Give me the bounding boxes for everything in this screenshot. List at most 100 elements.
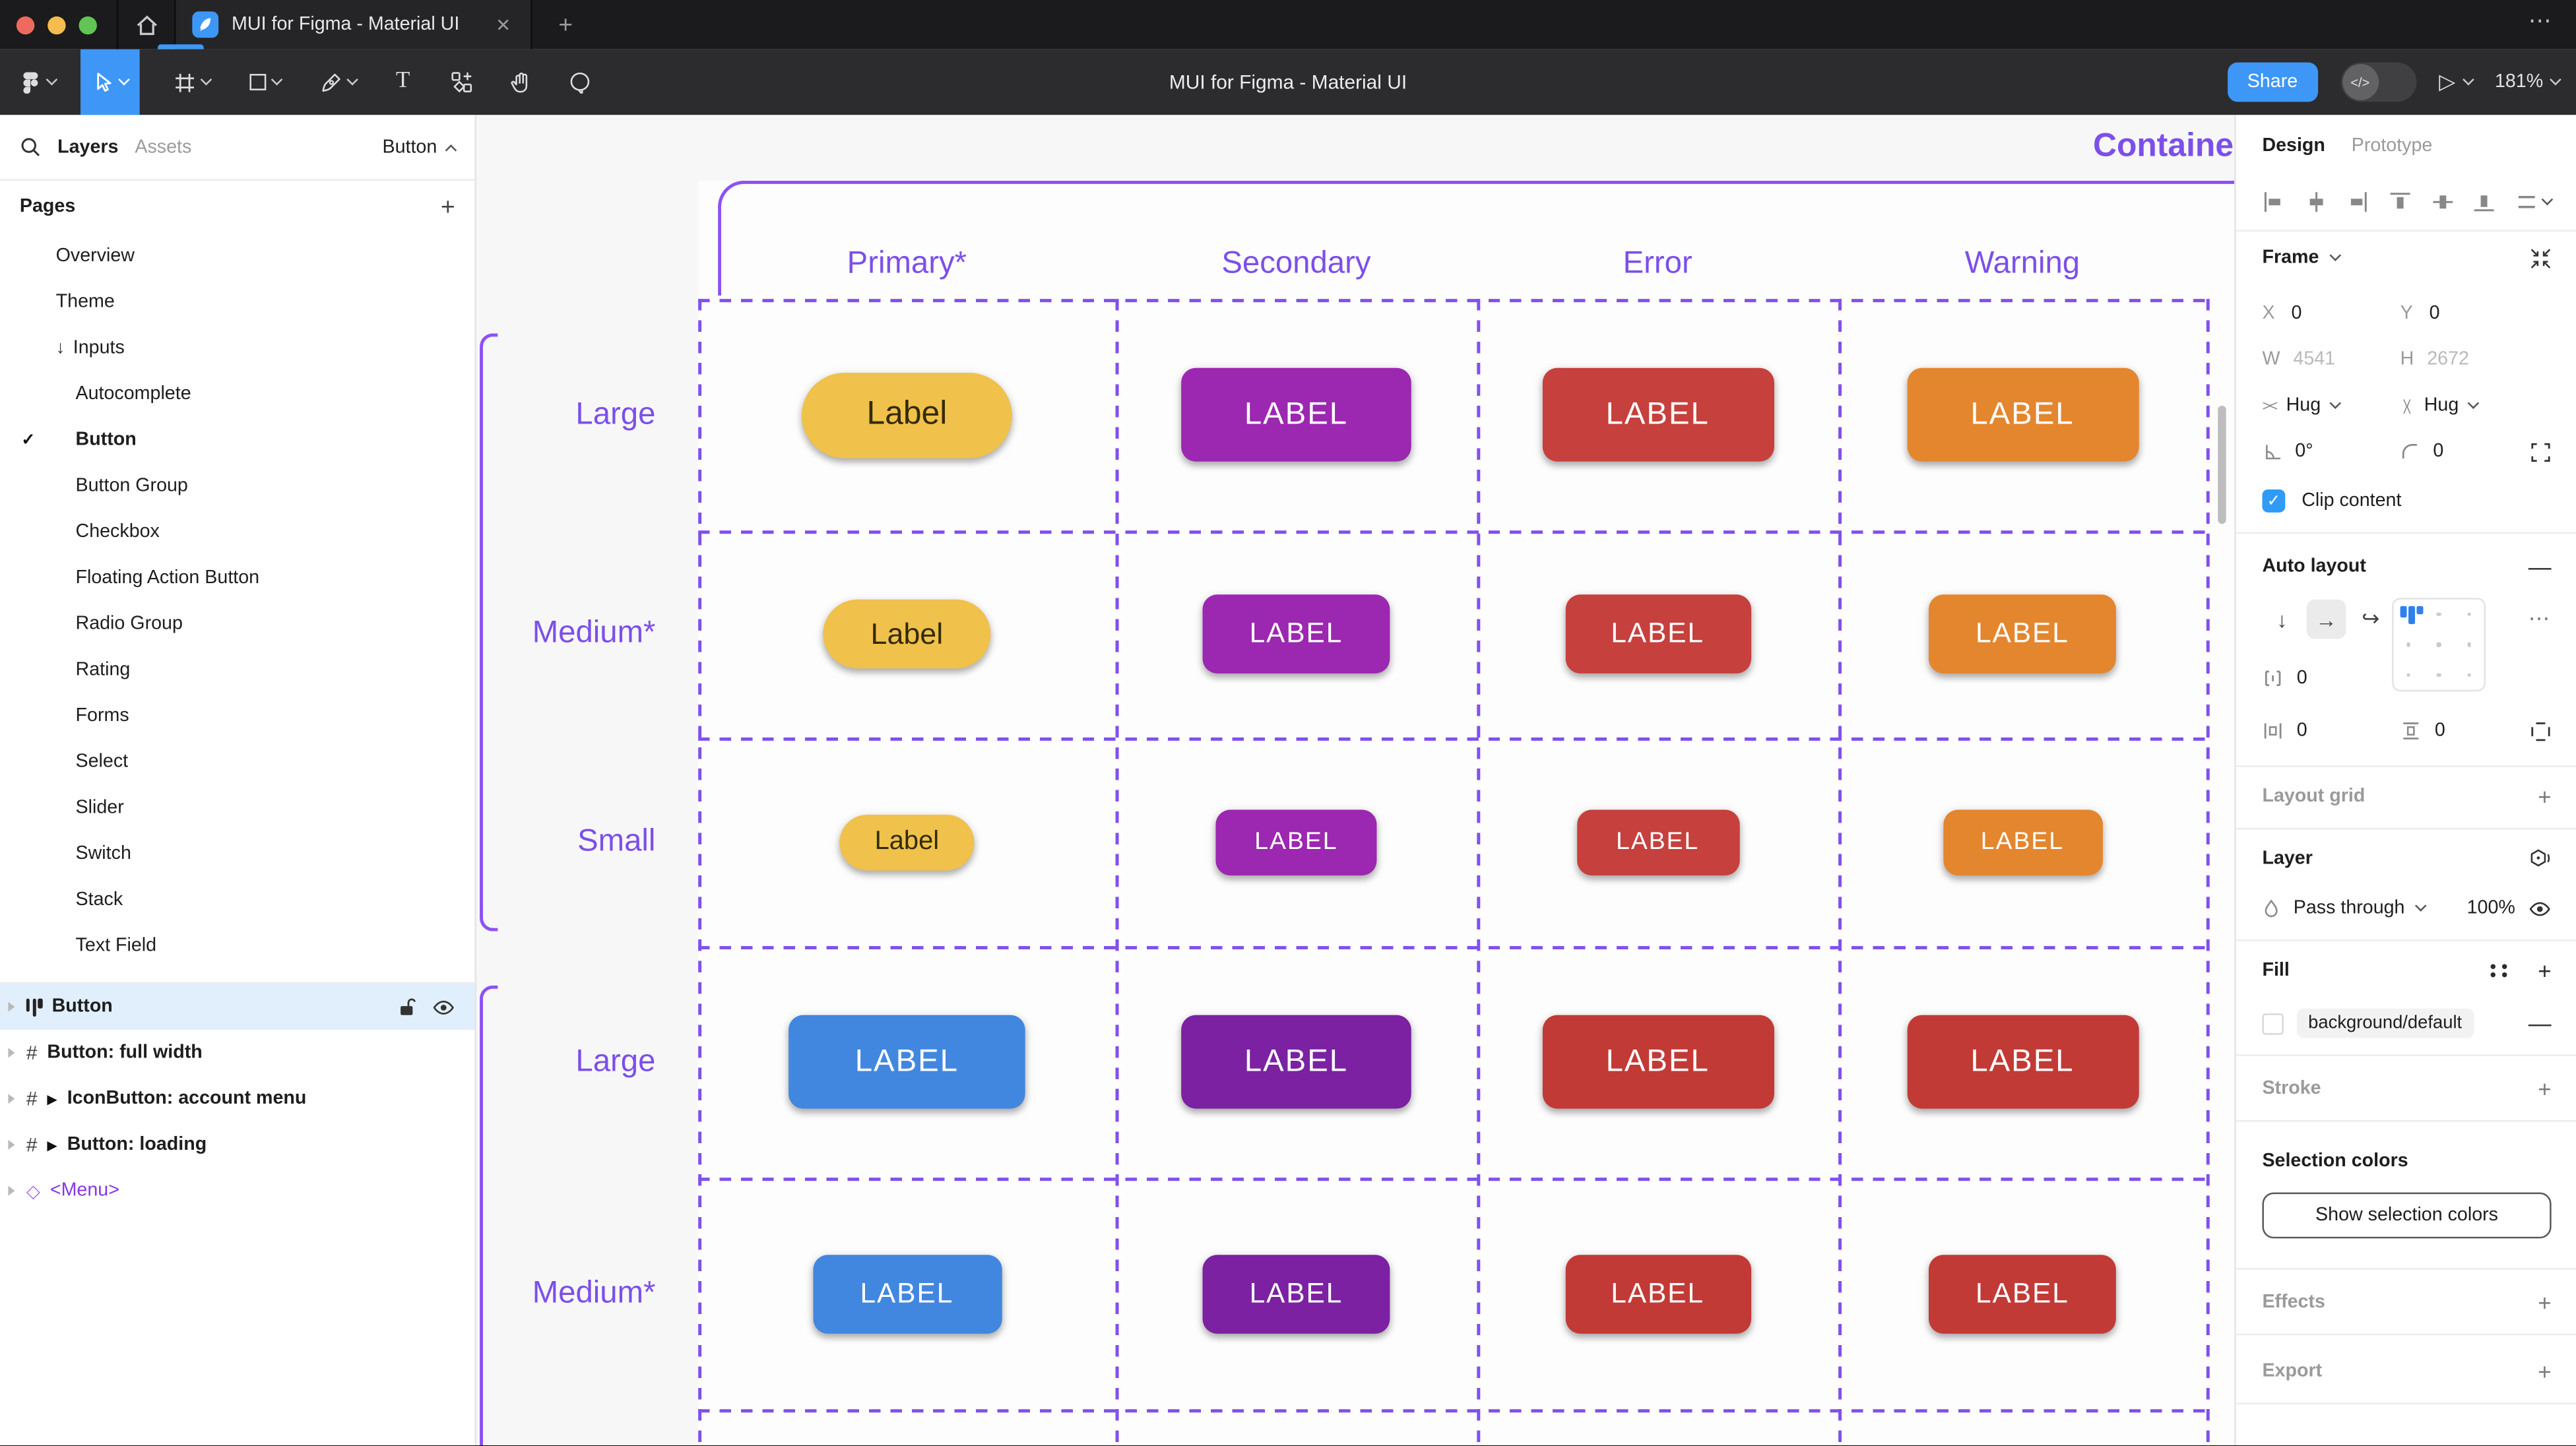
- align-bottom-icon[interactable]: [2473, 191, 2496, 214]
- shape-tool-button[interactable]: [238, 49, 292, 115]
- main-menu-button[interactable]: [0, 49, 67, 115]
- individual-padding-icon[interactable]: [2530, 720, 2551, 741]
- canvas[interactable]: Contained Primary*SecondaryErrorWarning …: [476, 115, 2234, 1445]
- horizontal-sizing-select[interactable]: >< Hug: [2262, 396, 2400, 416]
- page-item-button-group[interactable]: Button Group: [0, 463, 475, 509]
- wrap-button[interactable]: ↩: [2351, 600, 2391, 639]
- page-item-floating-action-button[interactable]: Floating Action Button: [0, 555, 475, 602]
- hand-tool-button[interactable]: [497, 49, 543, 115]
- page-item-slider[interactable]: Slider: [0, 785, 475, 831]
- direction-vertical-button[interactable]: ↓: [2262, 600, 2302, 639]
- layer-item-button-loading[interactable]: #▶Button: loading: [0, 1122, 475, 1168]
- mui-button[interactable]: LABEL: [1181, 368, 1411, 462]
- search-icon[interactable]: [20, 137, 41, 158]
- window-overflow-icon[interactable]: ⋯: [2528, 7, 2553, 34]
- page-item-switch[interactable]: Switch: [0, 831, 475, 877]
- traffic-light-zoom[interactable]: [79, 16, 97, 34]
- move-tool-button[interactable]: [80, 49, 140, 115]
- present-button[interactable]: ▷: [2439, 69, 2472, 96]
- page-item-autocomplete[interactable]: Autocomplete: [0, 371, 475, 418]
- mui-button[interactable]: LABEL: [1906, 368, 2138, 462]
- pen-tool-button[interactable]: [309, 49, 368, 115]
- text-tool-button[interactable]: T: [385, 49, 422, 115]
- fill-row[interactable]: background/default —: [2236, 1002, 2576, 1045]
- layer-item-iconbutton-account-menu[interactable]: #▶IconButton: account menu: [0, 1076, 475, 1122]
- mui-button[interactable]: LABEL: [1215, 809, 1376, 875]
- disclosure-triangle-icon[interactable]: [8, 1002, 15, 1012]
- disclosure-triangle-icon[interactable]: [8, 1186, 15, 1196]
- tab-assets[interactable]: Assets: [135, 137, 191, 157]
- y-position-field[interactable]: Y 0: [2400, 304, 2440, 324]
- add-page-button[interactable]: +: [441, 193, 455, 221]
- disclosure-triangle-icon[interactable]: [8, 1048, 15, 1057]
- page-item-overview[interactable]: Overview: [0, 234, 475, 280]
- tab-prototype[interactable]: Prototype: [2352, 137, 2433, 156]
- mui-button[interactable]: LABEL: [1565, 1254, 1751, 1333]
- auto-layout-more-icon[interactable]: ⋯: [2528, 606, 2552, 633]
- blend-mode-icon[interactable]: [2528, 848, 2552, 871]
- component-filter[interactable]: Button: [383, 137, 455, 157]
- fill-style-chip[interactable]: background/default: [2297, 1009, 2474, 1038]
- add-layout-grid-button[interactable]: +: [2538, 784, 2551, 810]
- mui-button[interactable]: LABEL: [1203, 594, 1390, 674]
- mui-button[interactable]: Label: [823, 600, 990, 669]
- page-item-select[interactable]: Select: [0, 739, 475, 785]
- tab-close-icon[interactable]: ✕: [496, 14, 511, 35]
- file-tab[interactable]: MUI for Figma - Material UI ✕: [174, 0, 532, 49]
- page-item-text-field[interactable]: Text Field: [0, 923, 475, 969]
- page-item-button[interactable]: ✓Button: [0, 417, 475, 463]
- direction-horizontal-button[interactable]: →: [2307, 600, 2346, 639]
- mui-button[interactable]: LABEL: [789, 1015, 1025, 1109]
- tab-layers[interactable]: Layers: [57, 137, 118, 157]
- height-field[interactable]: H 2672: [2400, 350, 2469, 369]
- eye-icon[interactable]: [432, 998, 455, 1016]
- page-item-inputs[interactable]: ↓Inputs: [0, 325, 475, 371]
- horizontal-padding-field[interactable]: 0: [2262, 721, 2400, 741]
- distribute-menu[interactable]: [2515, 191, 2552, 214]
- align-horizontal-center-icon[interactable]: [2304, 191, 2327, 214]
- blend-mode-select[interactable]: Pass through: [2294, 898, 2425, 918]
- mui-button[interactable]: LABEL: [1565, 594, 1751, 674]
- tab-design[interactable]: Design: [2262, 137, 2325, 156]
- vertical-sizing-select[interactable]: >< Hug: [2400, 396, 2477, 416]
- mui-button[interactable]: Label: [802, 372, 1012, 457]
- frame-section-title[interactable]: Frame: [2262, 248, 2319, 268]
- opacity-value[interactable]: 100%: [2467, 898, 2515, 918]
- mui-button[interactable]: LABEL: [1203, 1254, 1390, 1333]
- page-item-stack[interactable]: Stack: [0, 877, 475, 924]
- canvas-vertical-scrollbar[interactable]: [2218, 406, 2226, 524]
- width-field[interactable]: W 4541: [2262, 350, 2400, 369]
- share-button[interactable]: Share: [2228, 63, 2317, 102]
- frame-title[interactable]: Contained: [2093, 128, 2234, 166]
- frame-tool-button[interactable]: [162, 49, 222, 115]
- align-vertical-center-icon[interactable]: [2431, 191, 2454, 214]
- resources-tool-button[interactable]: [438, 49, 484, 115]
- page-item-radio-group[interactable]: Radio Group: [0, 601, 475, 647]
- mui-button[interactable]: LABEL: [1576, 809, 1739, 875]
- mui-button[interactable]: Label: [839, 814, 974, 870]
- show-selection-colors-button[interactable]: Show selection colors: [2262, 1193, 2551, 1239]
- mui-button[interactable]: LABEL: [1181, 1015, 1411, 1109]
- align-left-icon[interactable]: [2262, 191, 2285, 214]
- rotation-field[interactable]: 0°: [2262, 442, 2400, 462]
- add-effect-button[interactable]: +: [2538, 1289, 2551, 1315]
- traffic-light-minimize[interactable]: [48, 16, 65, 34]
- disclosure-triangle-icon[interactable]: [8, 1140, 15, 1150]
- mui-button[interactable]: LABEL: [1929, 1254, 2116, 1333]
- comment-tool-button[interactable]: [556, 49, 602, 115]
- add-fill-button[interactable]: +: [2538, 958, 2551, 984]
- home-button[interactable]: [118, 0, 174, 49]
- collapse-icon[interactable]: [2530, 247, 2551, 268]
- add-stroke-button[interactable]: +: [2538, 1076, 2551, 1102]
- disclosure-triangle-icon[interactable]: [8, 1094, 15, 1104]
- fill-color-swatch[interactable]: [2262, 1013, 2283, 1034]
- mui-button[interactable]: LABEL: [1542, 1015, 1774, 1109]
- traffic-light-close[interactable]: [16, 16, 34, 34]
- unlock-icon[interactable]: [398, 997, 416, 1017]
- page-item-forms[interactable]: Forms: [0, 693, 475, 739]
- page-item-rating[interactable]: Rating: [0, 647, 475, 693]
- independent-corners-icon[interactable]: [2530, 441, 2551, 462]
- clip-content-checkbox[interactable]: ✓: [2262, 489, 2285, 513]
- mui-button[interactable]: LABEL: [1906, 1015, 2138, 1109]
- add-export-button[interactable]: +: [2538, 1358, 2551, 1385]
